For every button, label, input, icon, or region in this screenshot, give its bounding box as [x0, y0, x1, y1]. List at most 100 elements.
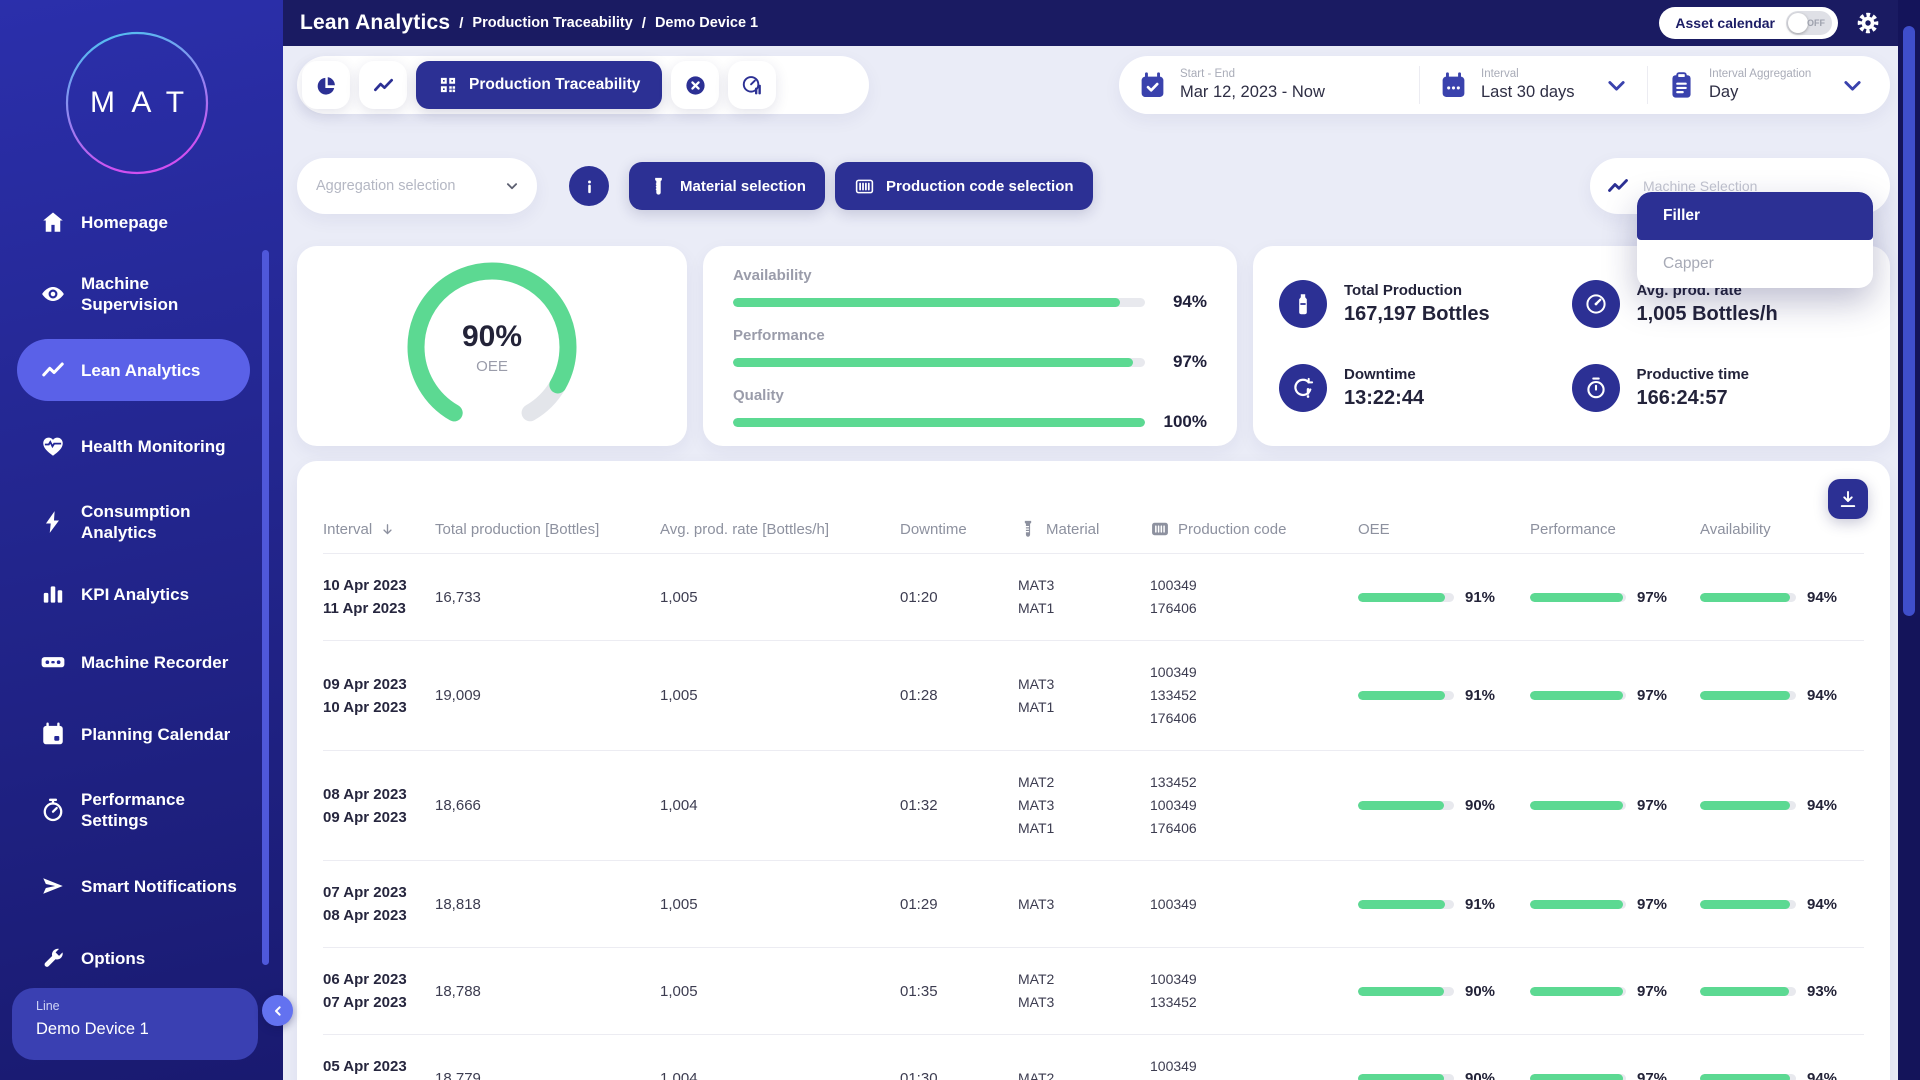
cell-total-production: 18,666	[435, 797, 660, 814]
stat-value: 166:24:57	[1637, 387, 1750, 410]
download-button[interactable]	[1828, 479, 1868, 519]
sidebar-item-smart-notifications[interactable]: Smart Notifications	[0, 848, 283, 924]
sidebar-item-label: Smart Notifications	[81, 876, 237, 897]
interval-aggregation-label: Interval Aggregation	[1709, 68, 1811, 80]
sidebar-item-label: KPI Analytics	[81, 584, 189, 605]
oee-bar: 90%	[1358, 797, 1530, 814]
calendar-icon	[1439, 71, 1468, 100]
sidebar-item-planning-calendar[interactable]: Planning Calendar	[0, 696, 283, 772]
material-selection-label: Material selection	[680, 178, 806, 195]
page-scrollbar-thumb[interactable]	[1903, 26, 1915, 616]
material-selection-button[interactable]: Material selection	[629, 162, 825, 210]
topbar: Lean Analytics / Production Traceability…	[283, 0, 1898, 46]
column-header-availability: Availability	[1700, 521, 1864, 538]
gauge-bars-icon	[741, 74, 764, 97]
cell-oee: 90%	[1358, 983, 1530, 1000]
sidebar-item-performance-settings[interactable]: Performance Settings	[0, 772, 283, 848]
cell-total-production: 18,779	[435, 1070, 660, 1080]
sidebar-item-machine-supervision[interactable]: Machine Supervision	[0, 256, 283, 332]
interval-aggregation-selector[interactable]: Interval Aggregation Day	[1647, 66, 1890, 104]
date-controls-card: Start - End Mar 12, 2023 - Now Interval …	[1119, 56, 1890, 114]
date-range-selector[interactable]: Start - End Mar 12, 2023 - Now	[1119, 66, 1419, 104]
kpi-bar-performance: Performance 97%	[733, 327, 1207, 372]
aggregation-selection-dropdown[interactable]: Aggregation selection	[297, 158, 537, 214]
machine-option-filler[interactable]: Filler	[1637, 192, 1873, 240]
qr-code-icon	[438, 75, 458, 95]
column-header-production-code: Production code	[1150, 519, 1358, 539]
trend-view-button[interactable]	[359, 61, 407, 109]
kpi-bar-label: Availability	[733, 267, 1207, 284]
table-row: 07 Apr 202308 Apr 202318,8181,00501:29MA…	[323, 861, 1864, 948]
chevron-left-icon	[270, 1003, 286, 1019]
availability-bar: 94%	[1700, 1070, 1864, 1080]
kpi-bar-label: Performance	[733, 327, 1207, 344]
speedometer-icon	[1584, 292, 1608, 316]
device-selector-card[interactable]: Line Demo Device 1	[12, 988, 258, 1060]
cell-production-code: 100349176406	[1150, 1055, 1358, 1080]
page-scrollbar-track[interactable]	[1898, 0, 1920, 1080]
toggle-state-label: OFF	[1807, 18, 1825, 28]
production-traceability-button[interactable]: Production Traceability	[416, 61, 662, 109]
material-cylinder-icon	[648, 176, 669, 197]
asset-calendar-toggle-pill[interactable]: Asset calendar OFF	[1659, 7, 1838, 39]
stat-downtime: Downtime 13:22:44	[1279, 346, 1572, 430]
sidebar-item-lean-analytics[interactable]: Lean Analytics	[17, 339, 250, 401]
sidebar-collapse-button[interactable]	[262, 995, 293, 1026]
kpi-bar-quality: Quality 100%	[733, 387, 1207, 432]
production-code-selection-button[interactable]: Production code selection	[835, 162, 1093, 210]
sidebar-item-health-monitoring[interactable]: Health Monitoring	[0, 408, 283, 484]
kpi-bar-value: 100%	[1159, 412, 1207, 432]
kpi-bar-fill	[733, 418, 1145, 427]
sidebar-item-homepage[interactable]: Homepage	[0, 188, 283, 256]
oee-bar: 90%	[1358, 983, 1530, 1000]
machine-option-capper[interactable]: Capper	[1637, 240, 1873, 288]
kpi-bar-track	[733, 298, 1145, 307]
availability-bar: 93%	[1700, 983, 1864, 1000]
stat-label: Total Production	[1344, 282, 1490, 299]
sidebar-item-machine-recorder[interactable]: Machine Recorder	[0, 628, 283, 696]
cell-avg-prod-rate: 1,004	[660, 1070, 900, 1080]
cell-avg-prod-rate: 1,004	[660, 797, 900, 814]
oee-gauge-card: 90% OEE	[297, 246, 687, 446]
column-header-oee: OEE	[1358, 521, 1530, 538]
sidebar-nav: Homepage Machine Supervision Lean Analytic…	[0, 188, 283, 992]
sidebar-item-label: Machine Supervision	[81, 273, 249, 315]
breadcrumb-section: Production Traceability	[472, 15, 632, 31]
pie-chart-view-button[interactable]	[302, 61, 350, 109]
cell-avg-prod-rate: 1,005	[660, 687, 900, 704]
cell-total-production: 18,788	[435, 983, 660, 1000]
cell-performance: 97%	[1530, 797, 1700, 814]
downtime-icon	[1291, 376, 1315, 400]
wrench-icon	[40, 945, 66, 971]
asset-calendar-switch[interactable]: OFF	[1786, 11, 1832, 35]
interval-selector[interactable]: Interval Last 30 days	[1419, 66, 1647, 104]
heart-icon	[40, 433, 66, 459]
bars-icon	[40, 581, 66, 607]
cell-material: MAT2	[1018, 1067, 1150, 1080]
gauge-chart-view-button[interactable]	[728, 61, 776, 109]
sidebar-item-consumption-analytics[interactable]: Consumption Analytics	[0, 484, 283, 560]
clear-view-button[interactable]	[671, 61, 719, 109]
cell-downtime: 01:28	[900, 687, 1018, 704]
eye-icon	[40, 281, 66, 307]
sidebar-scrollbar[interactable]	[262, 250, 269, 965]
recorder-icon	[40, 649, 66, 675]
chevron-down-icon	[1838, 71, 1867, 100]
sidebar-item-kpi-analytics[interactable]: KPI Analytics	[0, 560, 283, 628]
table-header-row: IntervalTotal production [Bottles]Avg. p…	[323, 519, 1864, 554]
app-root: MAT HomepageMachine SupervisionLean Anal…	[0, 0, 1920, 1080]
info-button[interactable]	[569, 166, 609, 206]
cell-performance: 97%	[1530, 896, 1700, 913]
cell-downtime: 01:20	[900, 589, 1018, 606]
bottle-icon	[1291, 292, 1315, 316]
cell-downtime: 01:35	[900, 983, 1018, 1000]
cell-interval: 08 Apr 202309 Apr 2023	[323, 783, 435, 829]
settings-gear-icon[interactable]	[1856, 11, 1880, 35]
cell-downtime: 01:30	[900, 1070, 1018, 1080]
sidebar-item-options[interactable]: Options	[0, 924, 283, 992]
sort-arrow-down-icon	[380, 522, 395, 537]
sidebar-item-label: Consumption Analytics	[81, 501, 249, 543]
home-icon	[40, 209, 66, 235]
cell-material: MAT2MAT3MAT1	[1018, 771, 1150, 840]
column-header-interval[interactable]: Interval	[323, 521, 435, 538]
